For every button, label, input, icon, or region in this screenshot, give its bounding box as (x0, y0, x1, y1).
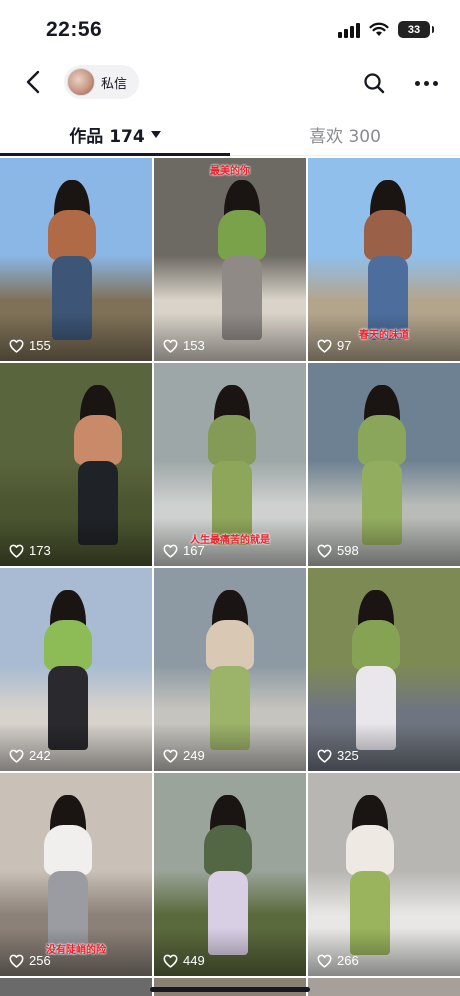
video-caption: 最美的你 (210, 166, 250, 177)
video-thumbnail[interactable]: 人生最痛苦的就是 167 (154, 363, 306, 566)
figure-top (208, 415, 256, 465)
video-thumbnail[interactable]: 598 (308, 363, 460, 566)
heart-icon (317, 544, 332, 558)
video-grid: 155 最美的你 153 春天的味道 97 173 人生最痛苦的就是 167 598 242 249… (0, 158, 460, 976)
video-caption: 春天的味道 (359, 330, 409, 341)
figure-top (44, 620, 92, 670)
video-thumbnail[interactable]: 173 (0, 363, 152, 566)
wifi-icon (369, 22, 389, 36)
like-count-value: 266 (337, 953, 359, 968)
video-thumbnail[interactable]: 155 (0, 158, 152, 361)
direct-message-label: 私信 (101, 76, 128, 92)
like-count: 249 (163, 748, 205, 763)
video-thumbnail[interactable]: 242 (0, 568, 152, 771)
like-count-value: 325 (337, 748, 359, 763)
figure-top (204, 825, 252, 875)
status-icons: 33 (338, 21, 434, 38)
video-thumbnail[interactable]: 249 (154, 568, 306, 771)
search-icon (364, 73, 385, 94)
video-thumbnail[interactable]: 325 (308, 568, 460, 771)
like-count: 242 (9, 748, 51, 763)
active-tab-indicator (0, 153, 230, 156)
video-caption: 没有陡峭的险 (46, 945, 106, 956)
figure-top (44, 825, 92, 875)
tab-works[interactable]: 作品 174 (0, 112, 230, 156)
like-count-value: 153 (183, 338, 205, 353)
like-count-value: 173 (29, 543, 51, 558)
more-button[interactable] (410, 68, 442, 98)
tab-likes-label: 喜欢 300 (309, 126, 381, 147)
profile-header: 私信 (0, 60, 460, 105)
like-count: 449 (163, 953, 205, 968)
video-thumbnail[interactable]: 没有陡峭的险 256 (0, 773, 152, 976)
tab-likes[interactable]: 喜欢 300 (230, 112, 460, 156)
like-count: 598 (317, 543, 359, 558)
avatar (67, 68, 95, 96)
profile-tabs: 作品 174 喜欢 300 (0, 112, 460, 156)
figure-top (352, 620, 400, 670)
status-bar: 22:56 33 (0, 0, 460, 60)
heart-icon (163, 339, 178, 353)
like-count-value: 167 (183, 543, 205, 558)
figure-top (364, 210, 412, 260)
home-indicator[interactable] (150, 987, 310, 992)
heart-icon (9, 954, 24, 968)
heart-icon (9, 749, 24, 763)
like-count: 153 (163, 338, 205, 353)
like-count: 173 (9, 543, 51, 558)
video-thumbnail[interactable]: 最美的你 153 (154, 158, 306, 361)
like-count-value: 598 (337, 543, 359, 558)
like-count-value: 242 (29, 748, 51, 763)
video-thumbnail[interactable]: 春天的味道 97 (308, 158, 460, 361)
like-count-value: 155 (29, 338, 51, 353)
search-button[interactable] (359, 68, 389, 98)
status-time: 22:56 (46, 18, 103, 41)
direct-message-button[interactable]: 私信 (64, 65, 140, 99)
heart-icon (317, 954, 332, 968)
like-count: 167 (163, 543, 205, 558)
heart-icon (317, 749, 332, 763)
like-count: 256 (9, 953, 51, 968)
tab-works-label: 作品 174 (69, 126, 145, 147)
figure-top (74, 415, 122, 465)
like-count-value: 249 (183, 748, 205, 763)
like-count: 325 (317, 748, 359, 763)
like-count: 266 (317, 953, 359, 968)
like-count: 155 (9, 338, 51, 353)
video-thumbnail[interactable]: 449 (154, 773, 306, 976)
back-button[interactable] (18, 66, 48, 98)
more-horizontal-icon (414, 80, 420, 86)
heart-icon (163, 749, 178, 763)
heart-icon (9, 339, 24, 353)
like-count-value: 256 (29, 953, 51, 968)
video-thumbnail[interactable]: 266 (308, 773, 460, 976)
heart-icon (317, 339, 332, 353)
figure-top (346, 825, 394, 875)
figure-top (358, 415, 406, 465)
heart-icon (9, 544, 24, 558)
heart-icon (163, 544, 178, 558)
like-count-value: 449 (183, 953, 205, 968)
chevron-left-icon (26, 70, 40, 94)
figure-top (206, 620, 254, 670)
like-count-value: 97 (337, 338, 352, 353)
battery-icon: 33 (398, 21, 434, 38)
figure-top (48, 210, 96, 260)
like-count: 97 (317, 338, 351, 353)
caret-down-icon[interactable] (150, 130, 161, 138)
signal-icon (338, 22, 360, 38)
heart-icon (163, 954, 178, 968)
figure-top (218, 210, 266, 260)
